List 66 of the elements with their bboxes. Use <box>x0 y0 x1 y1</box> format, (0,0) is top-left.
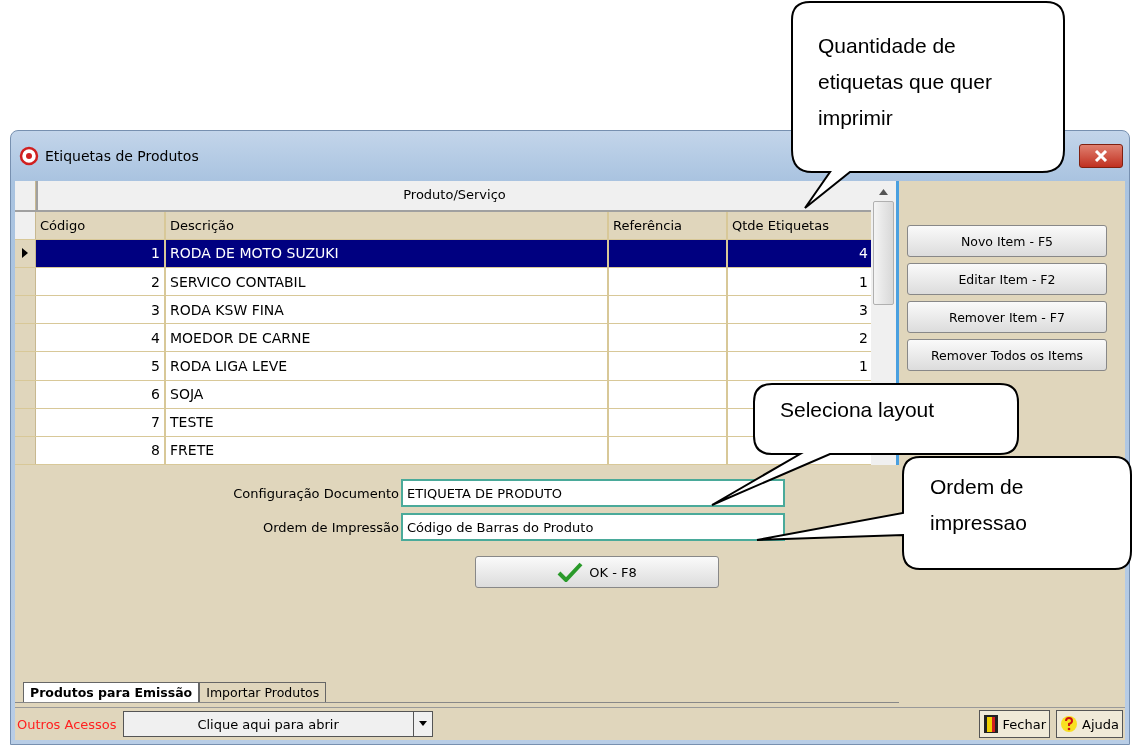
corner-header-cell <box>15 181 36 210</box>
column-header[interactable]: Qtde Etiquetas <box>728 211 871 239</box>
row-indicator-cell <box>15 352 36 380</box>
table-row[interactable]: 2 SERVICO CONTABIL 1 <box>15 267 871 297</box>
window-title: Etiquetas de Produtos <box>45 148 199 164</box>
side-button[interactable]: Novo Item - F5 <box>907 225 1107 257</box>
question-icon <box>1060 714 1079 734</box>
close-button[interactable] <box>1079 144 1123 168</box>
row-pointer-icon <box>21 247 29 260</box>
table-cell: SOJA <box>170 386 204 403</box>
callout-text: Ordem de impressao <box>930 474 1028 536</box>
side-button[interactable]: Remover Todos os Items <box>907 339 1107 371</box>
table-cell: 3 <box>151 301 160 318</box>
checkmark-icon <box>557 562 584 582</box>
table-row[interactable]: 1 RODA DE MOTO SUZUKI 4 <box>15 239 871 268</box>
table-cell: 2 <box>151 273 160 290</box>
group-header: Produto/Serviço <box>36 181 871 210</box>
table-row[interactable]: 3 RODA KSW FINA 3 <box>15 296 871 325</box>
table-cell: 7 <box>151 414 160 431</box>
table-cell: 4 <box>151 329 160 346</box>
row-indicator-cell <box>15 296 36 324</box>
row-indicator-cell <box>15 380 36 408</box>
door-icon <box>982 714 999 734</box>
scroll-thumb[interactable] <box>873 201 894 305</box>
column-header[interactable]: Descrição <box>166 211 609 239</box>
callout-text: Quantidade de etiquetas que quer imprimir <box>818 33 993 131</box>
status-label: Outros Acessos <box>17 716 117 732</box>
table-cell: FRETE <box>170 442 215 459</box>
table-row[interactable]: 5 RODA LIGA LEVE 1 <box>15 352 871 381</box>
scroll-up-icon[interactable] <box>879 189 888 195</box>
table-cell: RODA LIGA LEVE <box>170 358 288 374</box>
tab[interactable]: Importar Produtos <box>199 682 327 702</box>
input-field[interactable]: Código de Barras do Produto <box>401 513 785 541</box>
close-icon <box>1094 150 1108 162</box>
tab[interactable]: Produtos para Emissão <box>23 682 200 702</box>
row-indicator-cell <box>15 324 36 352</box>
dropdown[interactable]: Clique aqui para abrir <box>122 711 433 737</box>
table-cell: RODA DE MOTO SUZUKI <box>170 245 339 262</box>
table-cell: 6 <box>151 386 160 403</box>
table-cell: TESTE <box>170 414 214 431</box>
status-button[interactable]: Ajuda <box>1056 710 1123 738</box>
field-label: Configuração Documento <box>232 485 400 501</box>
side-button[interactable]: Editar Item - F2 <box>907 263 1107 295</box>
table-cell: 1 <box>859 273 868 290</box>
ok-button[interactable]: OK - F8 <box>475 556 719 588</box>
table-cell: SERVICO CONTABIL <box>170 273 306 290</box>
table-cell: 3 <box>859 301 868 318</box>
table-cell: 8 <box>151 442 160 459</box>
row-indicator-cell <box>15 408 36 436</box>
column-header[interactable]: Código <box>36 211 166 239</box>
column-header[interactable]: Referência <box>609 211 728 239</box>
table-cell: RODA KSW FINA <box>170 301 284 318</box>
table-cell: 1 <box>859 358 868 374</box>
field-label: Ordem de Impressão <box>261 519 400 535</box>
input-field[interactable]: ETIQUETA DE PRODUTO <box>401 479 785 507</box>
table-cell: 2 <box>859 329 868 346</box>
table-cell: 1 <box>151 245 160 262</box>
target-icon <box>19 146 39 166</box>
table-cell: 5 <box>151 358 160 374</box>
corner-header-cell <box>15 211 36 239</box>
row-indicator-cell <box>15 267 36 296</box>
table-cell: MOEDOR DE CARNE <box>170 329 311 346</box>
status-button[interactable]: Fechar <box>978 710 1051 738</box>
table-row[interactable]: 4 MOEDOR DE CARNE 2 <box>15 324 871 353</box>
table-cell: 4 <box>859 245 868 262</box>
side-button[interactable]: Remover Item - F7 <box>907 301 1107 333</box>
